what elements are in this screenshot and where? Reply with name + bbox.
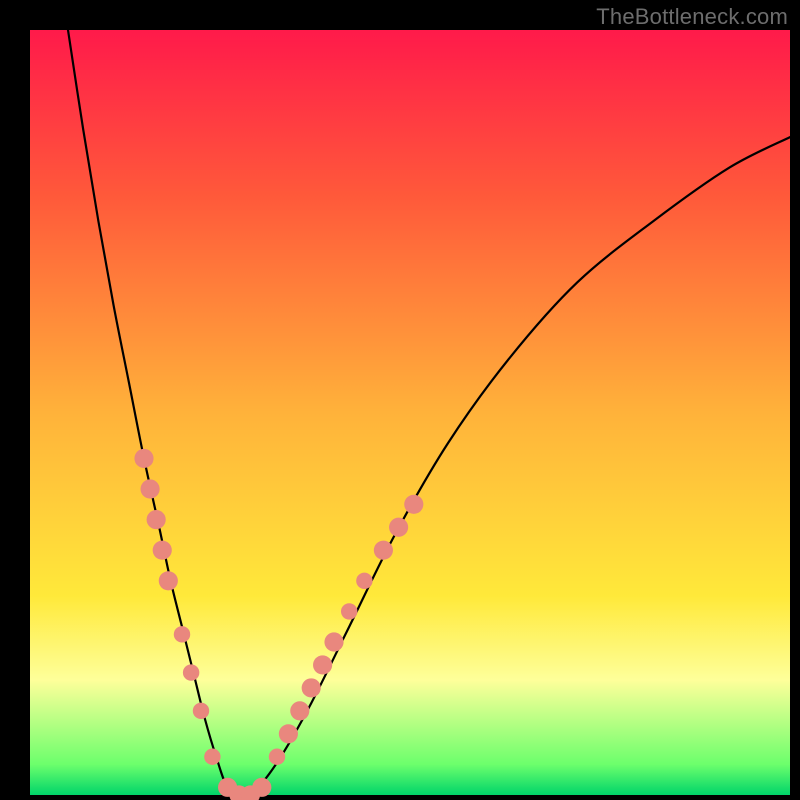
- watermark-text: TheBottleneck.com: [596, 4, 788, 30]
- curve-marker: [324, 632, 343, 651]
- curve-marker: [134, 449, 153, 468]
- curve-marker: [290, 701, 309, 720]
- curve-marker: [374, 541, 393, 560]
- curve-marker: [341, 603, 357, 619]
- curve-marker: [174, 626, 190, 642]
- curve-marker: [204, 749, 220, 765]
- curve-marker: [252, 778, 271, 797]
- plot-area: [30, 30, 790, 795]
- curve-marker: [153, 541, 172, 560]
- curve-marker: [302, 678, 321, 697]
- curve-marker: [279, 724, 298, 743]
- chart-frame: TheBottleneck.com: [0, 0, 800, 800]
- curve-marker: [159, 571, 178, 590]
- curve-marker: [269, 749, 285, 765]
- bottleneck-curve: [68, 30, 790, 795]
- curve-marker: [193, 703, 209, 719]
- curve-marker: [141, 479, 160, 498]
- curve-marker: [313, 655, 332, 674]
- curve-marker: [389, 518, 408, 537]
- curve-marker: [404, 495, 423, 514]
- curve-markers: [134, 449, 423, 800]
- curve-marker: [183, 664, 199, 680]
- curve-svg: [30, 30, 790, 795]
- curve-marker: [356, 573, 372, 589]
- curve-marker: [147, 510, 166, 529]
